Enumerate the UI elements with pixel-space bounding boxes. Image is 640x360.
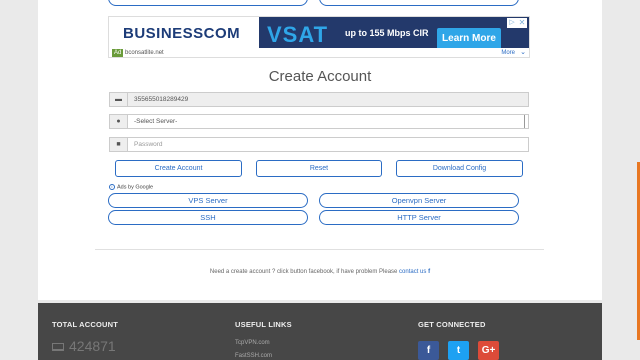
- total-account-heading: TOTAL ACCOUNT: [52, 320, 119, 329]
- footer-link-fastssh[interactable]: FastSSH.com: [235, 353, 272, 359]
- password-placeholder: Password: [134, 141, 163, 148]
- ad-choices-icon[interactable]: ▷: [507, 18, 517, 28]
- id-card-icon: ▬: [110, 93, 128, 106]
- content-panel: Italian VPN VPN Server BUSINESSCOM VSAT …: [38, 0, 602, 300]
- facebook-icon[interactable]: f: [428, 269, 430, 275]
- top-link-button-right[interactable]: VPN Server: [319, 0, 519, 6]
- ad-image[interactable]: BUSINESSCOM VSAT up to 155 Mbps CIR Lear…: [109, 17, 529, 48]
- footer-link-tcpvpn[interactable]: TcpVPN.com: [235, 340, 270, 346]
- ads-by-google[interactable]: i Ads by Google: [109, 184, 153, 190]
- ad-banner[interactable]: BUSINESSCOM VSAT up to 155 Mbps CIR Lear…: [108, 16, 530, 58]
- vps-server-link[interactable]: VPS Server: [108, 193, 308, 208]
- section-divider: [95, 249, 544, 250]
- openvpn-server-link[interactable]: Openvpn Server: [319, 193, 519, 208]
- reset-button[interactable]: Reset: [256, 160, 382, 177]
- top-link-button-left[interactable]: Italian VPN: [108, 0, 308, 6]
- ad-more-link[interactable]: More: [501, 49, 515, 57]
- server-select-scrollbar[interactable]: [524, 115, 528, 128]
- site-footer: TOTAL ACCOUNT 424871 USEFUL LINKS TcpVPN…: [38, 303, 602, 360]
- total-account-count: 424871: [52, 338, 116, 354]
- ssh-link[interactable]: SSH: [108, 210, 308, 225]
- get-connected-heading: GET CONNECTED: [418, 320, 486, 329]
- download-config-button[interactable]: Download Config: [396, 160, 523, 177]
- server-select-value: -Select Server-: [134, 118, 178, 125]
- lock-icon: ■: [110, 138, 128, 151]
- contact-us-link[interactable]: contact us: [399, 269, 426, 275]
- google-plus-button[interactable]: G+: [478, 341, 499, 360]
- password-field[interactable]: ■ Password: [109, 137, 529, 152]
- facebook-button[interactable]: f: [418, 341, 439, 360]
- ad-offer: up to 155 Mbps CIR: [345, 28, 429, 38]
- ad-learn-more-button[interactable]: Learn More: [437, 28, 501, 48]
- ad-brand: BUSINESSCOM: [123, 25, 241, 42]
- globe-icon: ●: [110, 115, 128, 128]
- useful-links-heading: USEFUL LINKS: [235, 320, 292, 329]
- twitter-button[interactable]: t: [448, 341, 469, 360]
- laptop-icon: [52, 343, 64, 352]
- ad-badge: Ad: [112, 49, 124, 57]
- ad-footer: Ad bconsatlite.net More ⌄: [109, 48, 529, 58]
- ad-source: bconsatlite.net: [125, 50, 164, 56]
- page-title: Create Account: [268, 68, 372, 85]
- http-server-link[interactable]: HTTP Server: [319, 210, 519, 225]
- account-id-value: 355655018289429: [134, 96, 189, 103]
- server-select[interactable]: ● -Select Server-: [109, 114, 529, 129]
- ad-close-icon[interactable]: ✕: [517, 18, 527, 28]
- create-account-button[interactable]: Create Account: [115, 160, 242, 177]
- help-note: Need a create account ? click button fac…: [209, 269, 431, 275]
- ad-more-chevron-icon[interactable]: ⌄: [520, 48, 526, 57]
- info-icon: i: [109, 184, 115, 190]
- ad-product: VSAT: [267, 22, 329, 47]
- account-id-field[interactable]: ▬ 355655018289429: [109, 92, 529, 107]
